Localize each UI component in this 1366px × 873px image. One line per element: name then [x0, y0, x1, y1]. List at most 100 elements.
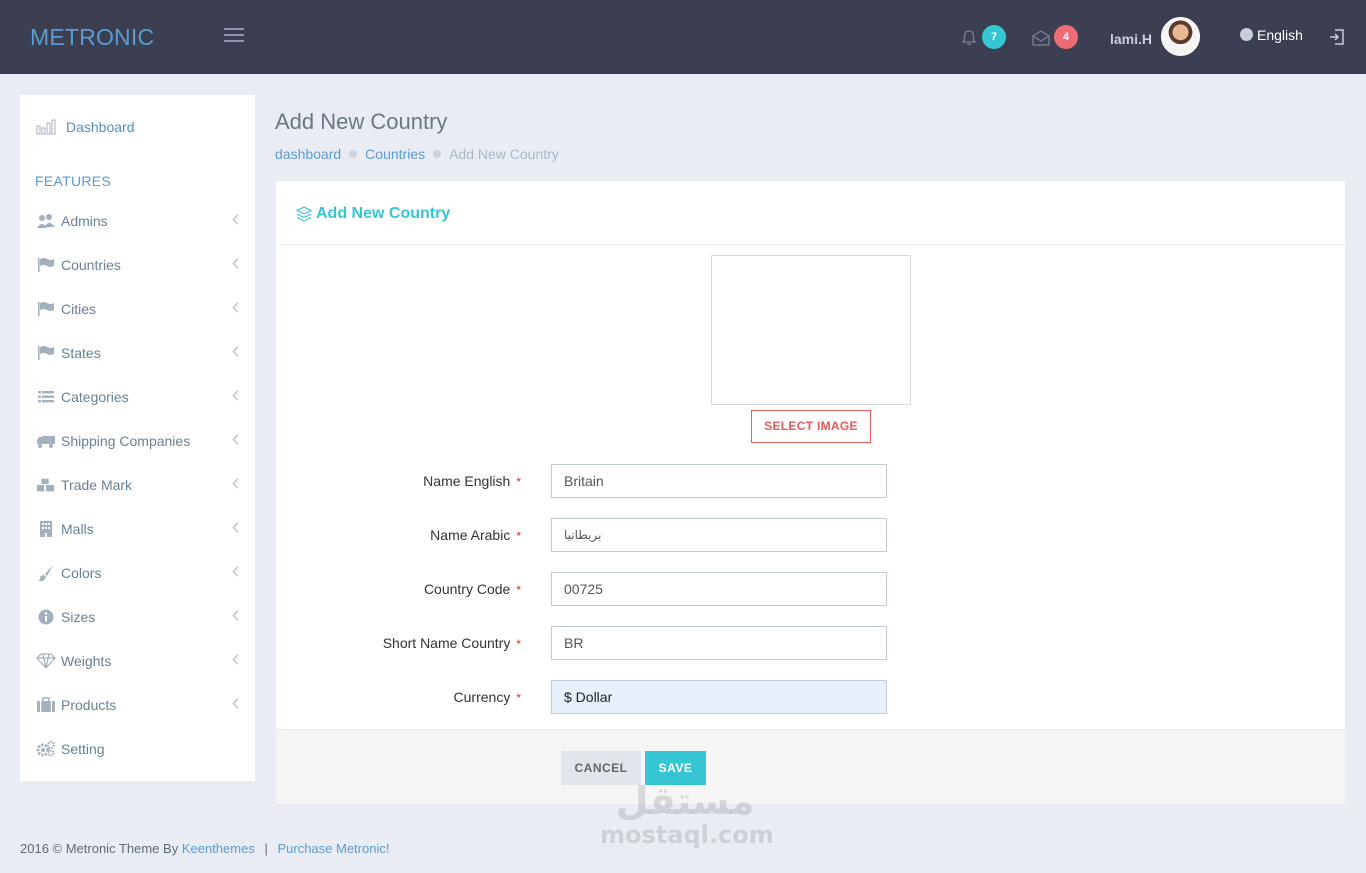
- sidebar-item-label: Weights: [61, 653, 112, 669]
- envelope-open-icon: [1032, 30, 1050, 46]
- flag-icon: [36, 301, 56, 317]
- diamond-icon: [36, 653, 56, 669]
- chevron-left-icon: [232, 434, 243, 445]
- building-icon: [36, 521, 56, 537]
- notifications-button[interactable]: 7: [958, 25, 1008, 51]
- footer-purchase-link[interactable]: Purchase Metronic!: [277, 841, 389, 856]
- logout-icon[interactable]: [1327, 27, 1347, 47]
- form-portlet: Add New Country SELECT IMAGE Name Englis…: [276, 181, 1345, 804]
- sidebar-item-label: Shipping Companies: [61, 433, 191, 449]
- chevron-left-icon: [232, 390, 243, 401]
- country-code-label: Country Code *: [423, 581, 521, 597]
- chevron-left-icon: [232, 302, 243, 313]
- sidebar-item-categories[interactable]: Categories: [36, 385, 243, 409]
- breadcrumb-current: Add New Country: [449, 146, 559, 162]
- messages-button[interactable]: 4: [1030, 25, 1080, 51]
- sidebar-item-sizes[interactable]: Sizes: [36, 605, 243, 629]
- sidebar-item-weights[interactable]: Weights: [36, 649, 243, 673]
- top-header: METRONIC 7 4 lami.H English: [0, 0, 1366, 74]
- form-row-name-english: Name English * Britain: [276, 464, 1345, 498]
- name-arabic-label: Name Arabic *: [430, 527, 521, 543]
- chevron-left-icon: [232, 214, 243, 225]
- footer-separator: |: [264, 841, 268, 856]
- info-icon: [36, 609, 56, 625]
- user-name[interactable]: lami.H: [1110, 31, 1152, 47]
- menu-toggle-icon[interactable]: [224, 28, 246, 46]
- form-title-text: Add New Country: [316, 205, 451, 222]
- sidebar-heading: FEATURES: [35, 173, 112, 189]
- currency-label: Currency *: [453, 689, 521, 705]
- select-image-button[interactable]: SELECT IMAGE: [751, 410, 871, 443]
- sidebar-item-admins[interactable]: Admins: [36, 209, 243, 233]
- sidebar-item-countries[interactable]: Countries: [36, 253, 243, 277]
- sidebar-item-label: States: [61, 345, 101, 361]
- required-marker: *: [516, 691, 521, 705]
- sidebar-item-label: Countries: [61, 257, 121, 273]
- cubes-icon: [36, 477, 56, 493]
- form-row-name-arabic: Name Arabic * بريطانيا: [276, 518, 1345, 552]
- cancel-button[interactable]: CANCEL: [561, 751, 641, 785]
- chevron-left-icon: [232, 610, 243, 621]
- short-name-label: Short Name Country *: [382, 635, 521, 651]
- save-button[interactable]: SAVE: [645, 751, 706, 785]
- sidebar-item-label: Products: [61, 697, 117, 713]
- sidebar-item-trade-mark[interactable]: Trade Mark: [36, 473, 243, 497]
- country-code-input[interactable]: 00725: [551, 572, 887, 606]
- form-row-short-name: Short Name Country * BR: [276, 626, 1345, 660]
- name-arabic-input[interactable]: بريطانيا: [551, 518, 887, 552]
- list-icon: [36, 389, 56, 405]
- breadcrumb: dashboard Countries Add New Country: [275, 146, 559, 162]
- sidebar-item-states[interactable]: States: [36, 341, 243, 365]
- sidebar-item-label: Malls: [61, 521, 94, 537]
- flag-icon: [36, 345, 56, 361]
- sidebar-item-label: Colors: [61, 565, 102, 581]
- sidebar-item-products[interactable]: Products: [36, 693, 243, 717]
- name-english-label: Name English *: [423, 473, 521, 489]
- chevron-left-icon: [232, 522, 243, 533]
- globe-icon: [1240, 28, 1253, 41]
- breadcrumb-separator: [433, 150, 442, 158]
- sidebar-item-setting[interactable]: Setting: [36, 737, 241, 761]
- sidebar-item-colors[interactable]: Colors: [36, 561, 243, 585]
- notifications-badge: 7: [982, 25, 1006, 49]
- chevron-left-icon: [232, 698, 243, 709]
- breadcrumb-dashboard[interactable]: dashboard: [275, 146, 341, 162]
- watermark-latin: mostaql.com: [600, 821, 774, 849]
- sidebar-item-cities[interactable]: Cities: [36, 297, 243, 321]
- layers-icon: [296, 206, 312, 222]
- sidebar-item-label: Categories: [61, 389, 129, 405]
- form-row-currency: Currency * $ Dollar: [276, 680, 1345, 714]
- sidebar: Dashboard FEATURES Admins Countries Citi…: [20, 95, 255, 781]
- footer-author-link[interactable]: Keenthemes: [182, 841, 255, 856]
- sidebar-item-label: Admins: [61, 213, 108, 229]
- sidebar-item-dashboard[interactable]: Dashboard: [36, 117, 135, 137]
- footer: 2016 © Metronic Theme By Keenthemes | Pu…: [20, 841, 389, 856]
- currency-input[interactable]: $ Dollar: [551, 680, 887, 714]
- breadcrumb-countries[interactable]: Countries: [365, 146, 425, 162]
- sidebar-item-malls[interactable]: Malls: [36, 517, 243, 541]
- name-english-input[interactable]: Britain: [551, 464, 887, 498]
- portlet-header: Add New Country: [276, 181, 1345, 245]
- bell-icon: [961, 30, 977, 45]
- avatar[interactable]: [1161, 17, 1200, 56]
- sidebar-item-label: Cities: [61, 301, 97, 317]
- required-marker: *: [516, 583, 521, 597]
- briefcase-icon: [36, 697, 56, 713]
- image-preview: [711, 255, 911, 405]
- paint-brush-icon: [36, 565, 56, 582]
- cogs-icon: [36, 741, 56, 757]
- truck-icon: [36, 433, 56, 449]
- required-marker: *: [516, 475, 521, 489]
- app-logo[interactable]: METRONIC: [30, 24, 154, 51]
- language-selector[interactable]: English: [1240, 27, 1303, 43]
- bar-chart-icon: [36, 119, 56, 135]
- short-name-input[interactable]: BR: [551, 626, 887, 660]
- sidebar-item-shipping-companies[interactable]: Shipping Companies: [36, 429, 243, 453]
- footer-copyright: 2016 © Metronic Theme By: [20, 841, 179, 856]
- language-label: English: [1257, 27, 1303, 43]
- sidebar-item-label: Trade Mark: [61, 477, 133, 493]
- messages-badge: 4: [1054, 25, 1078, 49]
- page-title: Add New Country: [275, 109, 448, 134]
- sidebar-item-label: Setting: [61, 741, 105, 757]
- sidebar-item-label: Sizes: [61, 609, 96, 625]
